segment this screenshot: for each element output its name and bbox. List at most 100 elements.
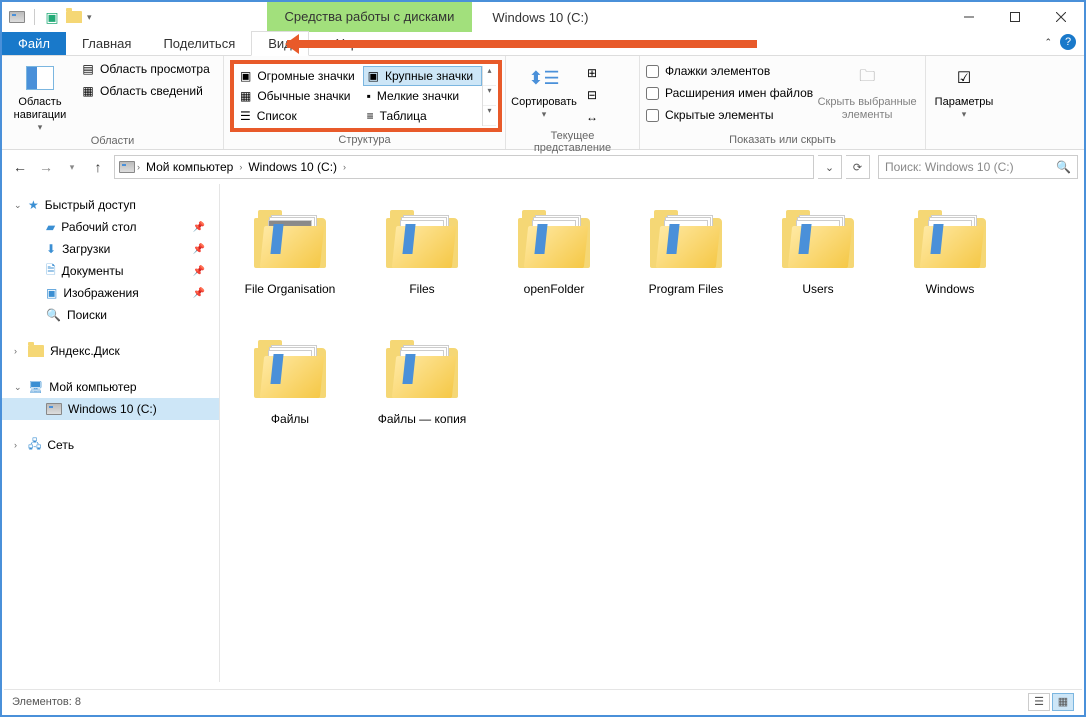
chevron-down-icon: ▾ [38, 122, 43, 133]
sidebar-documents[interactable]: 🗎Документы📌 [2, 260, 219, 282]
new-folder-icon[interactable] [65, 8, 83, 26]
details-pane-label: Область сведений [100, 84, 203, 98]
ribbon: Область навигации ▾ ▤Область просмотра ▦… [2, 56, 1084, 150]
properties-icon[interactable]: ▣ [43, 8, 61, 26]
folder-name: Windows [926, 282, 975, 296]
up-button[interactable]: ↑ [86, 155, 110, 179]
layout-small[interactable]: ▪Мелкие значки [363, 86, 482, 106]
sidebar-desktop[interactable]: ▰Рабочий стол📌 [2, 216, 219, 238]
folder-item[interactable]: Файлы — копия [356, 326, 488, 456]
tab-home[interactable]: Главная [66, 32, 147, 55]
qat-customize-caret[interactable]: ▾ [87, 12, 92, 23]
sidebar-searches[interactable]: 🔍Поиски [2, 304, 219, 326]
size-columns-button[interactable]: ↔ [580, 106, 604, 128]
folder-item[interactable]: Файлы [224, 326, 356, 456]
hidden-items-toggle[interactable]: Скрытые элементы [646, 104, 813, 126]
breadcrumb-root[interactable]: Мой компьютер [142, 160, 237, 174]
tab-share[interactable]: Поделиться [147, 32, 251, 55]
minimize-button[interactable] [946, 2, 992, 32]
divider [34, 9, 35, 25]
chevron-right-icon[interactable]: › [239, 162, 242, 172]
sort-button[interactable]: ⬍☰ Сортировать ▾ [512, 58, 576, 120]
folder-icon [250, 330, 330, 408]
chevron-right-icon[interactable]: › [343, 162, 346, 172]
hide-selected-label: Скрыть выбранные элементы [817, 96, 917, 122]
folder-item[interactable]: Windows [884, 196, 1016, 326]
folder-icon [382, 330, 462, 408]
details-view-toggle[interactable]: ☰ [1028, 693, 1050, 711]
folder-name: Program Files [649, 282, 724, 296]
search-placeholder: Поиск: Windows 10 (C:) [885, 160, 1014, 174]
folder-icon [910, 200, 990, 278]
folder-name: File Organisation [245, 282, 336, 296]
window-controls [946, 2, 1084, 32]
breadcrumb-current[interactable]: Windows 10 (C:) [244, 160, 341, 174]
sidebar-pictures[interactable]: ▣Изображения📌 [2, 282, 219, 304]
drive-icon [119, 161, 135, 173]
panes-group-label: Области [8, 133, 217, 150]
help-icon[interactable]: ? [1060, 34, 1076, 50]
navigation-pane-button[interactable]: Область навигации ▾ [8, 58, 72, 133]
ribbon-group-panes: Область навигации ▾ ▤Область просмотра ▦… [2, 56, 224, 149]
details-pane-button[interactable]: ▦Область сведений [76, 80, 214, 102]
window-title: Windows 10 (C:) [472, 10, 946, 25]
search-icon[interactable]: 🔍 [1056, 160, 1071, 174]
ribbon-group-layout: ▣Огромные значки ▦Обычные значки ☰Список… [224, 56, 506, 149]
ribbon-collapse-caret[interactable]: ⌃ [1044, 37, 1052, 48]
sidebar-quick-access[interactable]: ⌄★Быстрый доступ [2, 194, 219, 216]
layout-extra-large[interactable]: ▣Огромные значки [236, 66, 363, 86]
recent-locations-caret[interactable]: ▾ [60, 155, 84, 179]
sidebar-downloads[interactable]: ⬇Загрузки📌 [2, 238, 219, 260]
chevron-right-icon[interactable]: › [137, 162, 140, 172]
hide-selected-button: 🗀 Скрыть выбранные элементы [817, 58, 917, 122]
search-input[interactable]: Поиск: Windows 10 (C:) 🔍 [878, 155, 1078, 179]
sidebar-this-pc[interactable]: ⌄🖥Мой компьютер [2, 376, 219, 398]
address-bar[interactable]: › Мой компьютер › Windows 10 (C:) › [114, 155, 814, 179]
folder-icon [514, 200, 594, 278]
file-extensions-toggle[interactable]: Расширения имен файлов [646, 82, 813, 104]
folder-icon [382, 200, 462, 278]
close-button[interactable] [1038, 2, 1084, 32]
options-button[interactable]: ☑ Параметры ▾ [932, 58, 996, 120]
sidebar: ⌄★Быстрый доступ ▰Рабочий стол📌 ⬇Загрузк… [2, 184, 220, 682]
refresh-button[interactable]: ⟳ [846, 155, 870, 179]
ribbon-group-show-hide: Флажки элементов Расширения имен файлов … [640, 56, 926, 149]
item-checkboxes-toggle[interactable]: Флажки элементов [646, 60, 813, 82]
forward-button: → [34, 155, 58, 179]
layout-spinner[interactable]: ▴▾▾ [482, 66, 496, 126]
pin-icon: 📌 [193, 222, 205, 233]
folder-item[interactable]: Files [356, 196, 488, 326]
layout-details[interactable]: ≡Таблица [363, 106, 482, 126]
sidebar-drive-c[interactable]: Windows 10 (C:) [2, 398, 219, 420]
folder-item[interactable]: Users [752, 196, 884, 326]
large-icons-view-toggle[interactable]: ▦ [1052, 693, 1074, 711]
tab-file[interactable]: Файл [2, 32, 66, 55]
layout-medium[interactable]: ▦Обычные значки [236, 86, 363, 106]
preview-pane-button[interactable]: ▤Область просмотра [76, 58, 214, 80]
layout-list[interactable]: ☰Список [236, 106, 363, 126]
drive-tools-context-tab: Средства работы с дисками [267, 2, 473, 32]
drive-icon [46, 403, 62, 415]
maximize-button[interactable] [992, 2, 1038, 32]
back-button[interactable]: ← [8, 155, 32, 179]
address-dropdown[interactable]: ⌄ [818, 155, 842, 179]
folder-name: Файлы [271, 412, 309, 426]
group-by-button[interactable]: ⊞ [580, 62, 604, 84]
folder-icon [250, 200, 330, 278]
add-columns-button[interactable]: ⊟ [580, 84, 604, 106]
folder-item[interactable]: Program Files [620, 196, 752, 326]
ribbon-tabs: Файл Главная Поделиться Вид Управление ⌃… [2, 32, 1084, 56]
layout-large[interactable]: ▣Крупные значки [363, 66, 482, 86]
quick-access-toolbar: ▣ ▾ [2, 8, 92, 26]
sidebar-network[interactable]: ›🖧Сеть [2, 434, 219, 456]
navigation-pane-label: Область навигации [8, 96, 72, 122]
sidebar-yandex-disk[interactable]: ›Яндекс.Диск [2, 340, 219, 362]
content-area[interactable]: File Organisation Files openFolder [220, 184, 1084, 682]
options-group-label [932, 132, 996, 149]
status-bar: Элементов: 8 ☰ ▦ [4, 689, 1082, 713]
pin-icon: 📌 [193, 266, 205, 277]
folder-item[interactable]: File Organisation [224, 196, 356, 326]
folder-name: openFolder [524, 282, 585, 296]
options-label: Параметры [935, 96, 994, 109]
folder-item[interactable]: openFolder [488, 196, 620, 326]
